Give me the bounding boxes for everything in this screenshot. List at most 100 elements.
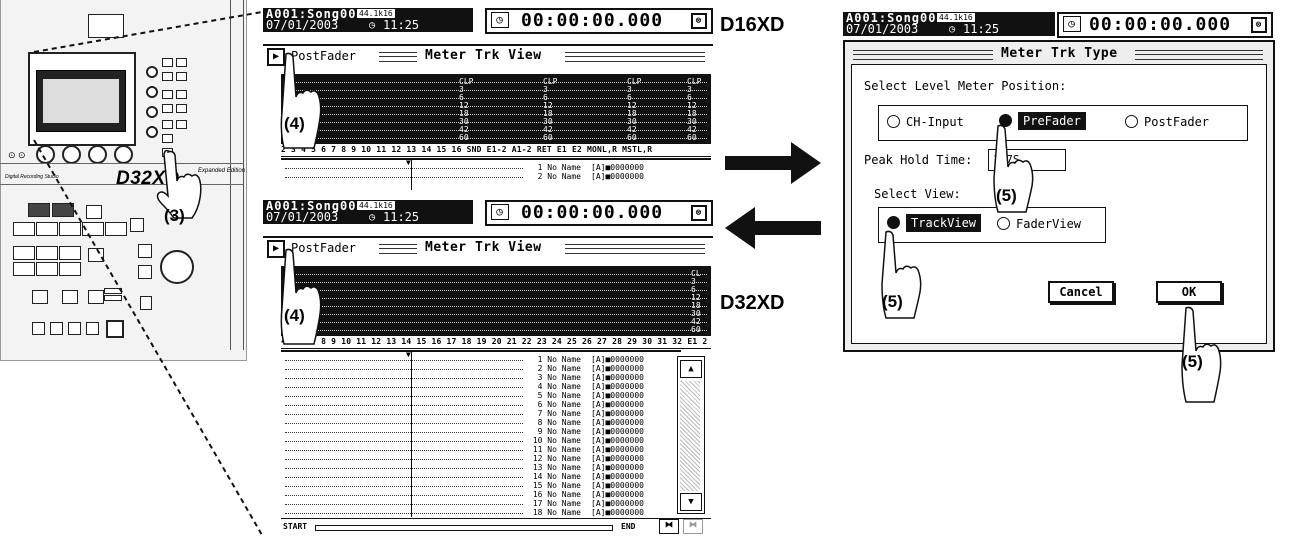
ok-button[interactable]: OK (1156, 281, 1222, 303)
track-row[interactable]: 13 No Name [A]■0000000 (281, 464, 681, 472)
track-row[interactable]: 18 No Name [A]■0000000 (281, 509, 681, 517)
track-row[interactable]: 14 No Name [A]■0000000 (281, 473, 681, 481)
zoom-out-icon[interactable]: ⧓ (683, 519, 703, 534)
song-clock: 11:25 (963, 22, 1000, 36)
track-number: 2 (537, 172, 543, 181)
playhead-marker-icon[interactable]: ▼ (406, 350, 411, 359)
track-lane (285, 387, 523, 388)
track-lane (285, 513, 523, 514)
clock-icon[interactable]: ◷ (491, 204, 509, 220)
track-number: 2 (537, 364, 543, 373)
clock-icon[interactable]: ◷ (491, 12, 509, 28)
track-lane (285, 405, 523, 406)
time-display[interactable]: ◷ 00:00:00.000 ⊗ (1057, 12, 1273, 38)
radio-trackview[interactable]: TrackView (887, 214, 982, 232)
track-status: [A]■0000000 (591, 382, 644, 391)
track-row[interactable]: 4 No Name [A]■0000000 (281, 383, 681, 391)
cancel-button[interactable]: Cancel (1048, 281, 1114, 303)
playhead-line (411, 352, 412, 517)
alarm-icon[interactable]: ⊗ (691, 13, 707, 29)
track-name: 8 No Name (527, 419, 581, 427)
meter-level-label: 60 (687, 133, 697, 142)
track-name: 9 No Name (527, 428, 581, 436)
track-lane (285, 360, 523, 361)
track-row[interactable]: 12 No Name [A]■0000000 (281, 455, 681, 463)
zoom-icon[interactable]: ⧓ (659, 519, 679, 534)
track-row[interactable]: 6 No Name [A]■0000000 (281, 401, 681, 409)
track-status: [A]■0000000 (591, 355, 644, 364)
leader-lines (33, 11, 263, 536)
vertical-scrollbar[interactable]: ▲ ▼ (677, 356, 705, 514)
meter-gridline (285, 306, 707, 307)
alarm-icon[interactable]: ⊗ (1251, 17, 1267, 33)
track-row[interactable]: 17 No Name [A]■0000000 (281, 500, 681, 508)
track-row[interactable]: 11 No Name [A]■0000000 (281, 446, 681, 454)
track-status: [A]■0000000 (591, 391, 644, 400)
position-slider[interactable] (315, 525, 613, 531)
track-row[interactable]: 2 No Name [A]■0000000 (281, 365, 681, 373)
time-display[interactable]: ◷ 00:00:00.000 ⊗ (485, 8, 713, 34)
pointing-hand-icon (280, 52, 322, 149)
track-name-text: No Name (547, 436, 581, 445)
radio-ch-input[interactable]: CH-Input (887, 115, 964, 129)
track-row[interactable]: 1 No Name [A]■0000000 (281, 164, 711, 172)
track-status: [A]■0000000 (591, 427, 644, 436)
track-name: 7 No Name (527, 410, 581, 418)
position-radio-group: CH-Input PreFader PostFader (878, 105, 1248, 141)
track-lane (285, 414, 523, 415)
track-row[interactable]: 2 No Name [A]■0000000 (281, 173, 711, 181)
track-status: [A]■0000000 (591, 463, 644, 472)
time-display[interactable]: ◷ 00:00:00.000 ⊗ (485, 200, 713, 226)
callout-3: (3) (164, 206, 185, 225)
meter-gridline (285, 282, 707, 283)
track-name-text: No Name (547, 481, 581, 490)
scroll-track[interactable] (680, 381, 700, 491)
track-number: 16 (532, 490, 543, 499)
clock-icon[interactable]: ◷ (1063, 16, 1081, 32)
track-name: 14 No Name (527, 473, 581, 481)
track-number: 10 (532, 436, 543, 445)
dialog-title: Meter Trk Type (1001, 46, 1118, 61)
track-name-text: No Name (547, 391, 581, 400)
playhead-line (411, 160, 412, 190)
track-row[interactable]: 5 No Name [A]■0000000 (281, 392, 681, 400)
track-row[interactable]: 7 No Name [A]■0000000 (281, 410, 681, 418)
track-name: 17 No Name (527, 500, 581, 508)
track-number: 1 (537, 163, 543, 172)
track-row[interactable]: 16 No Name [A]■0000000 (281, 491, 681, 499)
track-row[interactable]: 9 No Name [A]■0000000 (281, 428, 681, 436)
track-name-text: No Name (547, 427, 581, 436)
track-status: [A]■0000000 (591, 400, 644, 409)
meter-gridline (285, 330, 707, 331)
song-clock: 11:25 (383, 18, 420, 32)
track-number: 9 (537, 427, 543, 436)
track-name: 5 No Name (527, 392, 581, 400)
track-name-text: No Name (547, 499, 581, 508)
track-row[interactable]: 15 No Name [A]■0000000 (281, 482, 681, 490)
track-name-text: No Name (547, 355, 581, 364)
meter-gridline (285, 314, 707, 315)
track-row[interactable]: 3 No Name [A]■0000000 (281, 374, 681, 382)
song-clock: 11:25 (383, 210, 420, 224)
track-row[interactable]: 1 No Name [A]■0000000 (281, 356, 681, 364)
song-date: 07/01/2003 (266, 18, 339, 32)
radio-faderview[interactable]: FaderView (997, 217, 1081, 231)
track-name: 13 No Name (527, 464, 581, 472)
track-row[interactable]: 10 No Name [A]■0000000 (281, 437, 681, 445)
page-title: Meter Trk View (425, 240, 542, 255)
track-name: 12 No Name (527, 455, 581, 463)
track-status: [A]■0000000 (591, 499, 644, 508)
track-number: 17 (532, 499, 543, 508)
alarm-icon[interactable]: ⊗ (691, 205, 707, 221)
channel-labels: 4 5 6 7 8 9 10 11 12 13 14 15 16 17 18 1… (281, 336, 711, 349)
title-lines (565, 244, 705, 254)
radio-postfader[interactable]: PostFader (1125, 115, 1209, 129)
track-lane (285, 168, 523, 169)
track-name-text: No Name (547, 163, 581, 172)
sample-rate-badge: 44.1k16 (937, 13, 975, 22)
track-row[interactable]: 8 No Name [A]■0000000 (281, 419, 681, 427)
sample-rate-badge: 44.1k16 (357, 9, 395, 18)
playhead-marker-icon[interactable]: ▼ (406, 158, 411, 167)
scroll-down-icon[interactable]: ▼ (680, 493, 702, 511)
scroll-up-icon[interactable]: ▲ (680, 360, 702, 378)
